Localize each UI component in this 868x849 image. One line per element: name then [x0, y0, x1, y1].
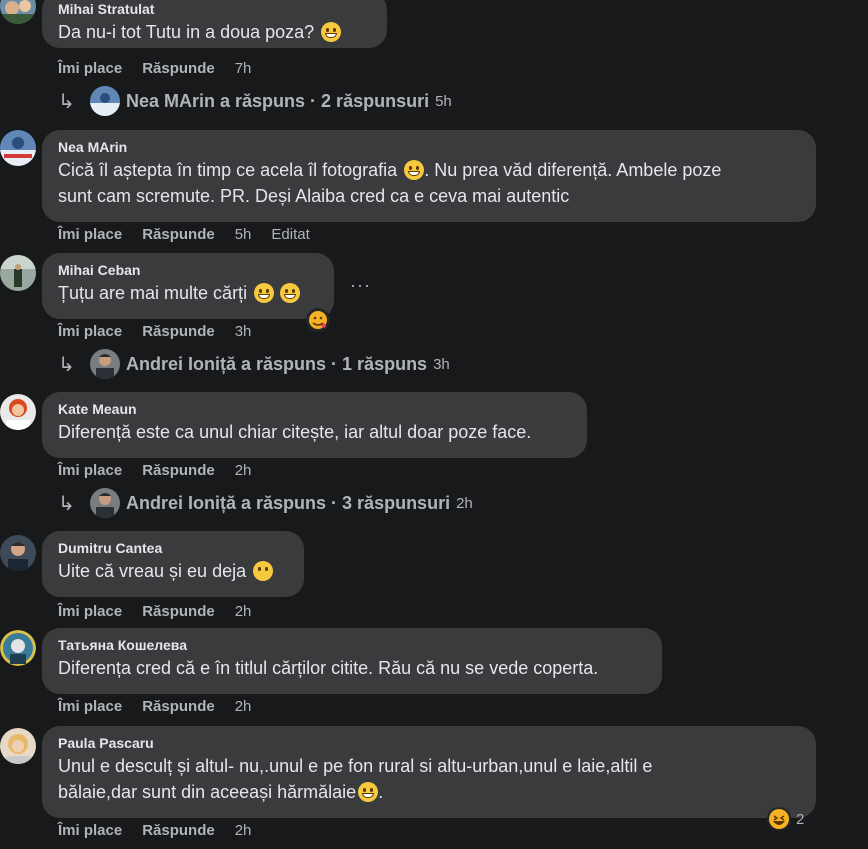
- comment-actions: Îmi place Răspunde 2h: [58, 603, 251, 620]
- comment-author[interactable]: Kate Meaun: [58, 400, 571, 418]
- reply-button[interactable]: Răspunde: [142, 603, 215, 620]
- avatar: [90, 349, 120, 379]
- reply-button[interactable]: Răspunde: [142, 822, 215, 839]
- comment-actions: Îmi place Răspunde 2h: [58, 698, 251, 715]
- comment-bubble: Nea MArin Cică îl aștepta în timp ce ace…: [42, 130, 816, 222]
- avatar[interactable]: [0, 255, 36, 291]
- comment-text: Cică îl aștepta în timp ce acela îl foto…: [58, 160, 398, 180]
- reaction-badge[interactable]: [305, 307, 331, 338]
- comment-actions: Îmi place Răspunde 3h: [58, 323, 251, 340]
- comment-time[interactable]: 5h: [235, 226, 252, 243]
- like-button[interactable]: Îmi place: [58, 603, 122, 620]
- comment-author[interactable]: Mihai Stratulat: [58, 0, 371, 18]
- reply-button[interactable]: Răspunde: [142, 226, 215, 243]
- avatar: [90, 86, 120, 116]
- comments-feed: Mihai Stratulat Da nu-i tot Tutu in a do…: [0, 0, 868, 849]
- haha-reaction-icon: [767, 807, 791, 831]
- grin-emoji-icon: [253, 283, 274, 303]
- reply-arrow-icon: ↳: [58, 353, 75, 376]
- avatar[interactable]: [0, 130, 36, 166]
- like-button[interactable]: Îmi place: [58, 323, 122, 340]
- comment-text: Uite că vreau și eu deja: [58, 561, 247, 581]
- laughing-emoji-icon: [279, 283, 300, 303]
- reply-button[interactable]: Răspunde: [142, 323, 215, 340]
- comment-actions: Îmi place Răspunde 2h: [58, 822, 251, 839]
- avatar[interactable]: [0, 0, 36, 24]
- like-button[interactable]: Îmi place: [58, 226, 122, 243]
- comment-text: Diferența cred că e în titlul cărților c…: [58, 658, 599, 678]
- replies-summary[interactable]: Nea MArin a răspuns · 2 răspunsuri: [126, 91, 429, 112]
- replies-time: 2h: [456, 494, 473, 512]
- grin-emoji-icon: [320, 22, 341, 42]
- more-options-icon[interactable]: ···: [350, 275, 371, 296]
- comment-bubble: Kate Meaun Diferență este ca unul chiar …: [42, 392, 587, 458]
- comment-text: Da nu-i tot Tutu in a doua poza?: [58, 22, 315, 42]
- comment-actions: Îmi place Răspunde 7h: [58, 60, 251, 77]
- like-button[interactable]: Îmi place: [58, 462, 122, 479]
- comment-bubble: Paula Pascaru Unul e desculț și altul- n…: [42, 726, 816, 818]
- comment-text-line2: bălaie,dar sunt din aceeași hărmălaie: [58, 782, 357, 802]
- reaction-summary[interactable]: 2: [766, 806, 804, 832]
- avatar[interactable]: [0, 728, 36, 764]
- avatar[interactable]: [0, 535, 36, 571]
- comment-text-cont: . Nu prea văd diferență. Ambele poze: [424, 160, 722, 180]
- comment-bubble: Mihai Stratulat Da nu-i tot Tutu in a do…: [42, 0, 387, 48]
- comment-bubble: Mihai Ceban Țuțu are mai multe cărți: [42, 253, 334, 319]
- laughing-emoji-icon: [358, 782, 379, 802]
- comment-actions: Îmi place Răspunde 5h Editat: [58, 226, 310, 243]
- comment-time[interactable]: 2h: [235, 698, 252, 715]
- like-button[interactable]: Îmi place: [58, 698, 122, 715]
- edited-label[interactable]: Editat: [271, 226, 309, 243]
- comment-text: Țuțu are mai multe cărți: [58, 283, 248, 303]
- comment-text: Unul e desculț și altul- nu,.unul e pe f…: [58, 756, 653, 776]
- reaction-count: 2: [796, 810, 805, 828]
- replies-summary[interactable]: Andrei Ioniță a răspuns · 1 răspuns: [126, 354, 427, 375]
- comment-bubble: Татьяна Кошелева Diferența cred că e în …: [42, 628, 662, 694]
- comment-time[interactable]: 7h: [235, 60, 252, 77]
- comment-actions: Îmi place Răspunde 2h: [58, 462, 251, 479]
- replies-time: 5h: [435, 92, 452, 110]
- view-replies-link[interactable]: ↳ Andrei Ioniță a răspuns · 3 răspunsuri…: [58, 488, 473, 518]
- reply-button[interactable]: Răspunde: [142, 60, 215, 77]
- comment-text: Diferență este ca unul chiar citește, ia…: [58, 422, 532, 442]
- comment-author[interactable]: Paula Pascaru: [58, 734, 800, 752]
- comment-author[interactable]: Nea MArin: [58, 138, 800, 156]
- grin-emoji-icon: [404, 160, 425, 180]
- reply-button[interactable]: Răspunde: [142, 462, 215, 479]
- comment-author[interactable]: Dumitru Cantea: [58, 539, 288, 557]
- avatar: [90, 488, 120, 518]
- like-button[interactable]: Îmi place: [58, 822, 122, 839]
- view-replies-link[interactable]: ↳ Andrei Ioniță a răspuns · 1 răspuns 3h: [58, 349, 450, 379]
- replies-time: 3h: [433, 355, 450, 373]
- avatar[interactable]: [0, 394, 36, 430]
- reply-arrow-icon: ↳: [58, 90, 75, 113]
- surprised-emoji-icon: [252, 561, 273, 581]
- comment-time[interactable]: 2h: [235, 822, 252, 839]
- comment-time[interactable]: 2h: [235, 603, 252, 620]
- reply-button[interactable]: Răspunde: [142, 698, 215, 715]
- comment-author[interactable]: Татьяна Кошелева: [58, 636, 646, 654]
- comment-time[interactable]: 2h: [235, 462, 252, 479]
- avatar[interactable]: [0, 630, 36, 666]
- comment-text-line2: sunt cam scremute. PR. Deși Alaiba cred …: [58, 186, 570, 206]
- comment-time[interactable]: 3h: [235, 323, 252, 340]
- comment-bubble: Dumitru Cantea Uite că vreau și eu deja: [42, 531, 304, 597]
- reply-arrow-icon: ↳: [58, 492, 75, 515]
- comment-author[interactable]: Mihai Ceban: [58, 261, 318, 279]
- like-button[interactable]: Îmi place: [58, 60, 122, 77]
- replies-summary[interactable]: Andrei Ioniță a răspuns · 3 răspunsuri: [126, 493, 450, 514]
- view-replies-link[interactable]: ↳ Nea MArin a răspuns · 2 răspunsuri 5h: [58, 86, 452, 116]
